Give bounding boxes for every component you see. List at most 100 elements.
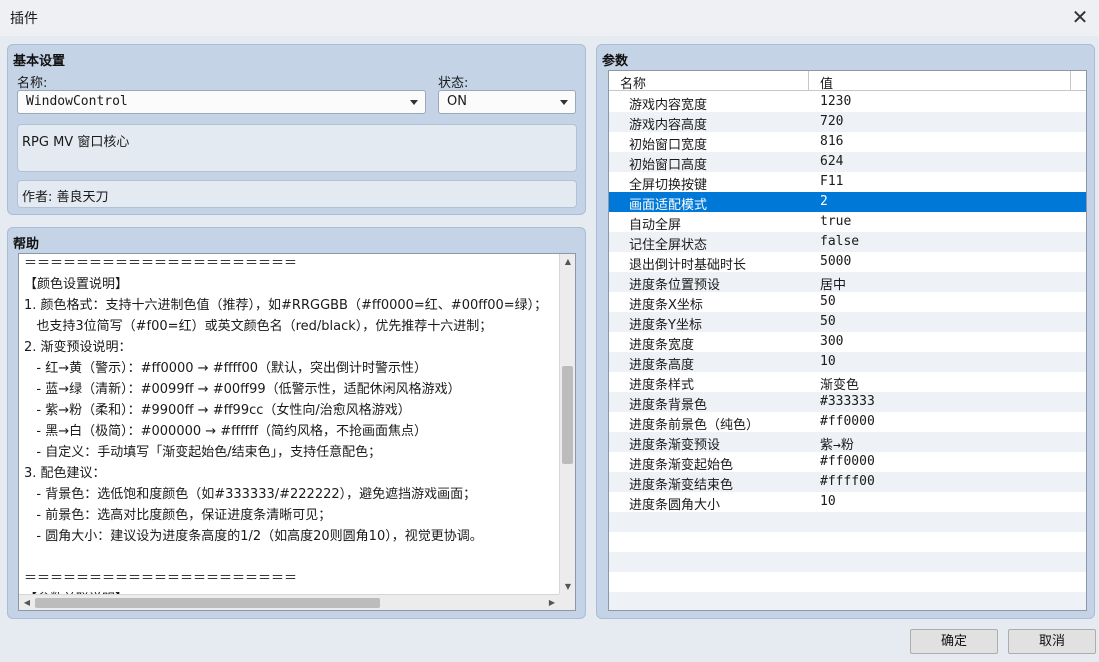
table-row[interactable]: 进度条前景色（纯色） #ff0000 xyxy=(609,412,1086,433)
column-divider[interactable] xyxy=(808,71,809,91)
cancel-button[interactable]: 取消 xyxy=(1008,629,1096,654)
vertical-scroll-thumb[interactable] xyxy=(562,366,573,464)
param-name: 进度条宽度 xyxy=(629,338,695,353)
param-name: 自动全屏 xyxy=(629,218,682,233)
ok-button[interactable]: 确定 xyxy=(910,629,998,654)
param-value: 10 xyxy=(820,354,836,369)
table-row[interactable]: 进度条高度 10 xyxy=(609,352,1086,373)
status-value: ON xyxy=(447,94,467,109)
param-name: 进度条Y坐标 xyxy=(629,318,702,333)
table-row[interactable] xyxy=(609,532,1086,552)
table-row[interactable]: 画面适配模式 2 xyxy=(609,192,1086,213)
param-value: 紫→粉 xyxy=(820,438,854,453)
param-name: 进度条前景色（纯色） xyxy=(629,418,760,433)
help-text-area[interactable]: ＝＝＝＝＝＝＝＝＝＝＝＝＝＝＝＝＝＝＝＝＝ 【颜色设置说明】 1. 颜色格式：支持十… xyxy=(18,253,576,611)
param-value: #ff0000 xyxy=(820,414,875,429)
scroll-right-icon[interactable]: ▶ xyxy=(544,595,560,610)
table-row[interactable]: 退出倒计时基础时长 5000 xyxy=(609,252,1086,273)
help-content: ＝＝＝＝＝＝＝＝＝＝＝＝＝＝＝＝＝＝＝＝＝ 【颜色设置说明】 1. 颜色格式：支持十… xyxy=(24,254,562,610)
param-name: 进度条样式 xyxy=(629,378,695,393)
help-line: - 蓝→绿（清新）：#0099ff → #00ff99（低警示性，适配休闲风格游… xyxy=(24,382,461,397)
help-line: - 背景色：选低饱和度颜色（如#333333/#222222），避免遮挡游戏画面… xyxy=(24,487,477,502)
param-value: #ffff00 xyxy=(820,474,875,489)
params-rows: 游戏内容宽度 1230 游戏内容高度 720 初始窗口宽度 816 初始窗口高度 624 全屏切… xyxy=(609,92,1086,610)
column-header-name[interactable]: 名称 xyxy=(620,73,646,92)
param-name: 进度条高度 xyxy=(629,358,695,373)
column-divider[interactable] xyxy=(1070,71,1071,91)
basic-settings-title: 基本设置 xyxy=(13,54,66,69)
table-row[interactable] xyxy=(609,572,1086,592)
table-row[interactable]: 进度条样式 渐变色 xyxy=(609,372,1086,393)
param-value: 816 xyxy=(820,134,844,149)
table-row[interactable]: 全屏切换按键 F11 xyxy=(609,172,1086,193)
param-name: 进度条背景色 xyxy=(629,398,708,413)
param-value: #333333 xyxy=(820,394,875,409)
table-row[interactable] xyxy=(609,592,1086,610)
table-row[interactable]: 自动全屏 true xyxy=(609,212,1086,233)
param-value: 300 xyxy=(820,334,844,349)
table-row[interactable] xyxy=(609,512,1086,532)
param-value: 2 xyxy=(820,194,828,209)
table-row[interactable]: 进度条渐变结束色 #ffff00 xyxy=(609,472,1086,493)
status-select[interactable]: ON xyxy=(438,90,576,114)
param-value: 渐变色 xyxy=(820,378,860,393)
close-icon[interactable]: ✕ xyxy=(1069,6,1091,28)
description-box: RPG MV 窗口核心 xyxy=(17,124,577,172)
table-row[interactable] xyxy=(609,552,1086,572)
help-line: 1. 颜色格式：支持十六进制色值（推荐），如#RRGGBB（#ff0000=红、… xyxy=(24,298,548,313)
chevron-down-icon xyxy=(410,100,418,105)
params-table[interactable]: 名称 值 游戏内容宽度 1230 游戏内容高度 720 初始窗口宽度 816 初始窗口高度 6… xyxy=(608,70,1087,611)
help-line: ＝＝＝＝＝＝＝＝＝＝＝＝＝＝＝＝＝＝＝＝＝ xyxy=(24,571,298,586)
help-line: - 前景色：选高对比度颜色，保证进度条清晰可见； xyxy=(24,508,332,523)
help-line: - 紫→粉（柔和）：#9900ff → #ff99cc（女性向/治愈风格游戏） xyxy=(24,403,411,418)
help-line: 【颜色设置说明】 xyxy=(24,277,129,292)
scroll-up-icon[interactable]: ▲ xyxy=(560,254,575,270)
author-text: 作者: 善良天刀 xyxy=(22,190,109,205)
title-bar: 插件 ✕ xyxy=(0,0,1099,36)
table-row[interactable]: 进度条渐变起始色 #ff0000 xyxy=(609,452,1086,473)
table-row[interactable]: 初始窗口高度 624 xyxy=(609,152,1086,173)
table-row[interactable]: 进度条X坐标 50 xyxy=(609,292,1086,313)
table-header: 名称 值 xyxy=(609,71,1086,92)
table-row[interactable]: 进度条渐变预设 紫→粉 xyxy=(609,432,1086,453)
window-title: 插件 xyxy=(10,11,38,27)
scroll-left-icon[interactable]: ◀ xyxy=(19,595,35,610)
param-value: F11 xyxy=(820,174,844,189)
help-line xyxy=(24,547,562,568)
table-row[interactable]: 进度条圆角大小 10 xyxy=(609,492,1086,513)
table-row[interactable]: 初始窗口宽度 816 xyxy=(609,132,1086,153)
help-title: 帮助 xyxy=(13,237,40,252)
table-row[interactable]: 游戏内容高度 720 xyxy=(609,112,1086,133)
param-name: 进度条X坐标 xyxy=(629,298,703,313)
table-row[interactable]: 进度条位置预设 居中 xyxy=(609,272,1086,293)
scrollbar-corner xyxy=(559,594,575,610)
horizontal-scroll-thumb[interactable] xyxy=(35,598,380,608)
help-line: - 圆角大小：建议设为进度条高度的1/2（如高度20则圆角10），视觉更协调。 xyxy=(24,529,483,544)
param-name: 进度条渐变结束色 xyxy=(629,478,734,493)
param-value: 50 xyxy=(820,314,836,329)
chevron-down-icon xyxy=(560,100,568,105)
table-row[interactable]: 进度条背景色 #333333 xyxy=(609,392,1086,413)
horizontal-scrollbar[interactable]: ◀ ▶ xyxy=(19,594,560,610)
param-name: 进度条位置预设 xyxy=(629,278,721,293)
column-header-value[interactable]: 值 xyxy=(820,73,833,92)
param-name: 进度条圆角大小 xyxy=(629,498,721,513)
vertical-scrollbar[interactable]: ▲ ▼ xyxy=(559,254,575,595)
help-line: ＝＝＝＝＝＝＝＝＝＝＝＝＝＝＝＝＝＝＝＝＝ xyxy=(24,256,298,271)
params-title: 参数 xyxy=(602,54,629,69)
param-value: 1230 xyxy=(820,94,852,109)
param-name: 游戏内容高度 xyxy=(629,118,708,133)
table-row[interactable]: 游戏内容宽度 1230 xyxy=(609,92,1086,113)
plugin-name-select[interactable]: WindowControl xyxy=(17,90,426,114)
param-name: 进度条渐变预设 xyxy=(629,438,721,453)
param-value: false xyxy=(820,234,860,249)
table-row[interactable]: 记住全屏状态 false xyxy=(609,232,1086,253)
scroll-down-icon[interactable]: ▼ xyxy=(560,579,575,595)
param-name: 初始窗口高度 xyxy=(629,158,708,173)
help-line: 也支持3位简写（#f00=红）或英文颜色名（red/black），优先推荐十六进… xyxy=(24,319,493,334)
param-value: 720 xyxy=(820,114,844,129)
help-line: - 红→黄（警示）：#ff0000 → #ffff00（默认，突出倒计时警示性） xyxy=(24,361,428,376)
table-row[interactable]: 进度条Y坐标 50 xyxy=(609,312,1086,333)
table-row[interactable]: 进度条宽度 300 xyxy=(609,332,1086,353)
param-value: 50 xyxy=(820,294,836,309)
